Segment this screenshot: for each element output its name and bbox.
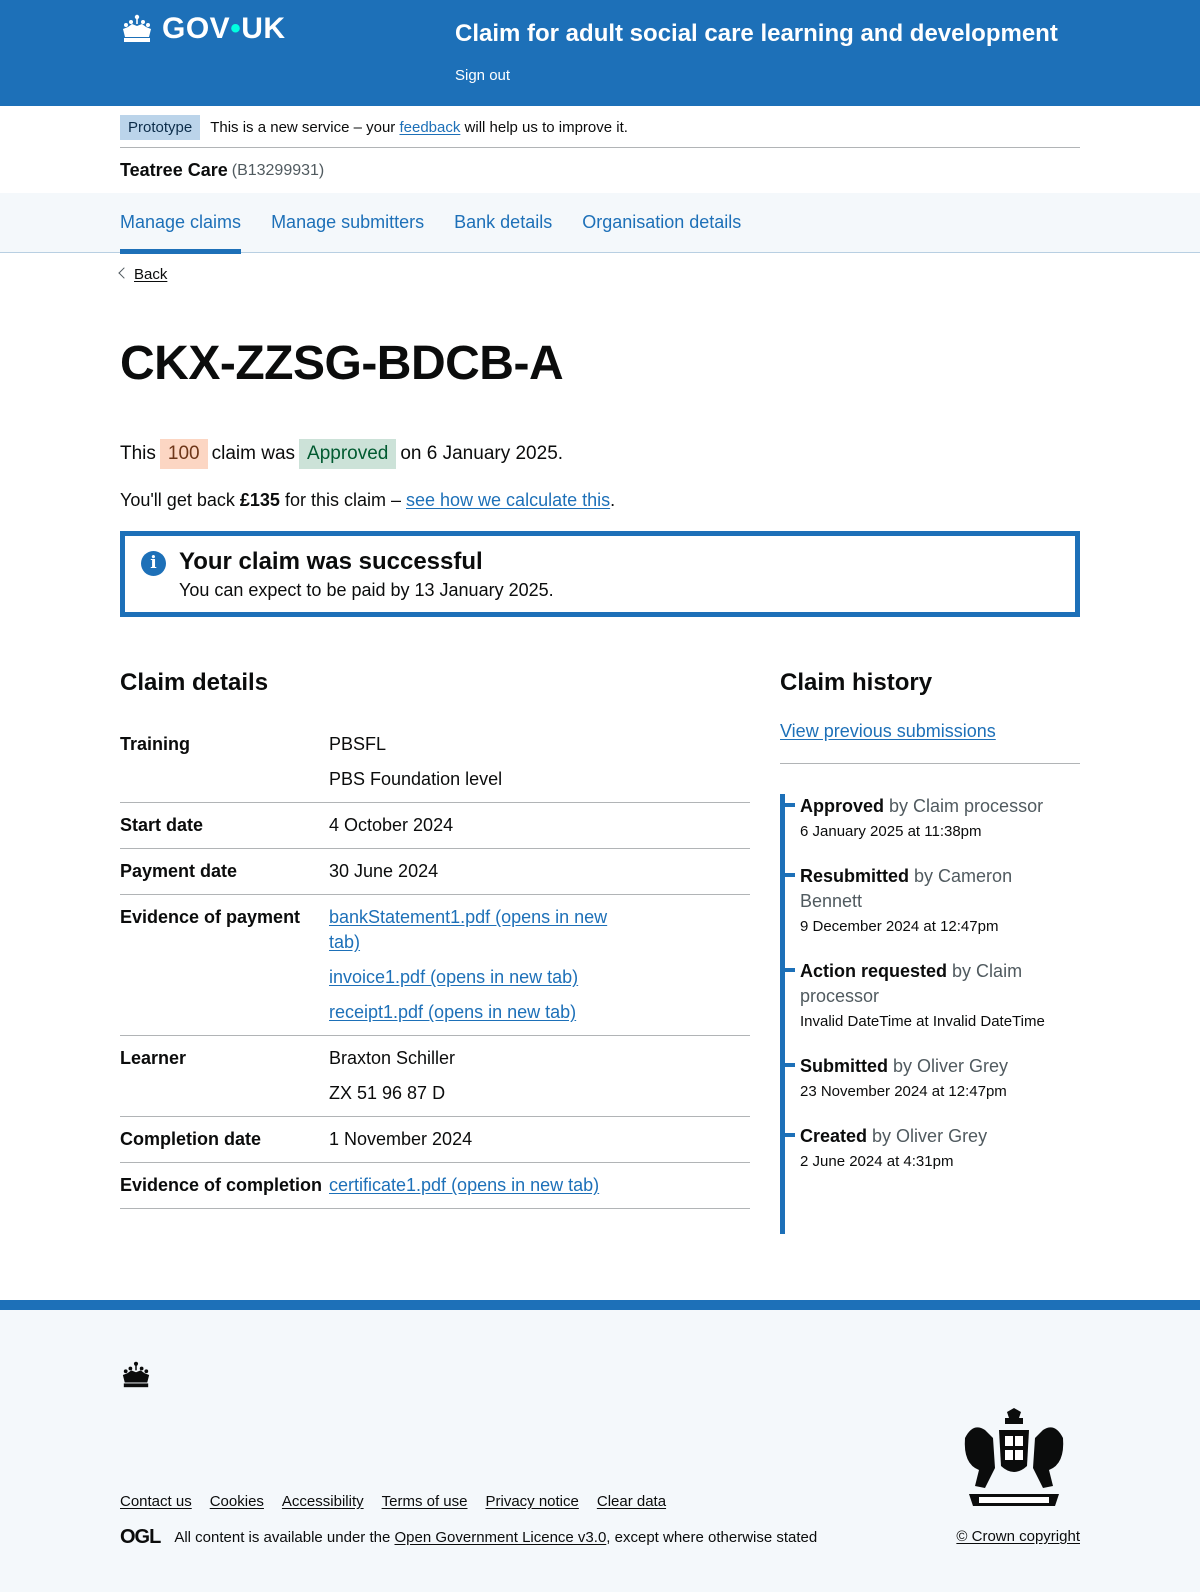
- organisation-reference: (B13299931): [231, 161, 325, 179]
- summary-value: 1 November 2024: [329, 1129, 473, 1149]
- crown-copyright: © Crown copyright: [956, 1528, 1080, 1545]
- crown-icon: [122, 1361, 150, 1388]
- licence-line: OGL All content is available under the O…: [120, 1526, 818, 1548]
- claim-history-heading: Claim history: [780, 669, 933, 696]
- summary-value: PBSFL PBS Foundation level: [329, 734, 503, 789]
- footer-links: Contact us Cookies Accessibility Terms o…: [120, 1493, 666, 1510]
- summary-key: Learner: [120, 1048, 187, 1068]
- status-prefix-text: This: [120, 443, 156, 464]
- summary-value: 30 June 2024: [329, 861, 439, 881]
- summary-key: Completion date: [120, 1129, 262, 1149]
- summary-row-payment-date: Payment date 30 June 2024: [120, 849, 750, 895]
- summary-row-learner: Learner Braxton Schiller ZX 51 96 87 D: [120, 1036, 750, 1117]
- govuk-logo-link[interactable]: GOV•UK: [120, 12, 286, 46]
- footer-link-cookies[interactable]: Cookies: [210, 1493, 264, 1510]
- summary-row-completion-date: Completion date 1 November 2024: [120, 1117, 750, 1163]
- claim-status-line: This 100 claim was Approved on 6 January…: [120, 439, 563, 469]
- timeline-event: Created by Oliver Grey 2 June 2024 at 4:…: [780, 1124, 1055, 1170]
- nav-item-manage-submitters[interactable]: Manage submitters: [271, 193, 424, 253]
- page-title: CKX-ZZSG-BDCB-A: [120, 337, 564, 390]
- sign-out-link[interactable]: Sign out: [455, 67, 510, 84]
- summary-value: certificate1.pdf (opens in new tab): [329, 1173, 629, 1198]
- timeline-event: Action requested by Claim processor Inva…: [780, 959, 1055, 1030]
- certificate-link[interactable]: certificate1.pdf (opens in new tab): [329, 1175, 599, 1195]
- payback-line: You'll get back £135 for this claim – se…: [120, 490, 616, 510]
- status-middle-text: claim was: [211, 443, 296, 464]
- govuk-header: GOV•UK Claim for adult social care learn…: [0, 0, 1200, 106]
- summary-key: Evidence of payment: [120, 907, 301, 927]
- claim-details-heading: Claim details: [120, 669, 269, 696]
- claim-history-timeline: Approved by Claim processor 6 January 20…: [780, 794, 1080, 1234]
- govuk-logo-text: GOV•UK: [162, 12, 286, 45]
- status-suffix-text: on 6 January 2025.: [400, 443, 564, 464]
- summary-value: Braxton Schiller ZX 51 96 87 D: [329, 1048, 456, 1103]
- summary-row-start-date: Start date 4 October 2024: [120, 803, 750, 849]
- open-government-licence-link[interactable]: Open Government Licence v3.0: [395, 1529, 607, 1546]
- payback-amount: £135: [239, 490, 280, 510]
- summary-row-training: Training PBSFL PBS Foundation level: [120, 722, 750, 803]
- footer-link-clear-data[interactable]: Clear data: [597, 1493, 666, 1510]
- footer-link-terms-of-use[interactable]: Terms of use: [382, 1493, 468, 1510]
- govuk-footer: Contact us Cookies Accessibility Terms o…: [0, 1300, 1200, 1592]
- status-badge: Approved: [299, 439, 397, 469]
- receipt-link[interactable]: receipt1.pdf (opens in new tab): [329, 1002, 576, 1022]
- back-link[interactable]: Back: [134, 266, 167, 283]
- divider: [780, 763, 1080, 764]
- timeline-event: Resubmitted by Cameron Bennett 9 Decembe…: [780, 864, 1055, 935]
- chevron-left-icon: [118, 267, 130, 279]
- footer-link-privacy-notice[interactable]: Privacy notice: [485, 1493, 578, 1510]
- organisation-name: Teatree Care: [120, 160, 228, 180]
- organisation-line: Teatree Care (B13299931): [120, 148, 1080, 193]
- summary-value: 4 October 2024: [329, 815, 454, 835]
- ogl-logo-icon: OGL: [120, 1526, 161, 1548]
- nav-item-organisation-details[interactable]: Organisation details: [582, 193, 741, 253]
- timeline-event: Submitted by Oliver Grey 23 November 202…: [780, 1054, 1055, 1100]
- summary-value: bankStatement1.pdf (opens in new tab) in…: [329, 905, 629, 1025]
- invoice-link[interactable]: invoice1.pdf (opens in new tab): [329, 967, 578, 987]
- phase-banner: Prototype This is a new service – your f…: [120, 106, 1080, 148]
- nav-item-bank-details[interactable]: Bank details: [454, 193, 552, 253]
- summary-key: Start date: [120, 815, 204, 835]
- summary-row-evidence-of-payment: Evidence of payment bankStatement1.pdf (…: [120, 895, 750, 1036]
- success-notification-banner: i Your claim was successful You can expe…: [120, 531, 1080, 617]
- claim-type-tag: 100: [159, 439, 208, 469]
- service-navigation: Manage claims Manage submitters Bank det…: [0, 193, 1200, 254]
- royal-coat-of-arms-icon: [964, 1408, 1064, 1506]
- summary-key: Payment date: [120, 861, 238, 881]
- crown-copyright-link[interactable]: © Crown copyright: [956, 1528, 1080, 1545]
- summary-row-evidence-of-completion: Evidence of completion certificate1.pdf …: [120, 1163, 750, 1209]
- view-previous-submissions-link[interactable]: View previous submissions: [780, 721, 996, 742]
- summary-key: Training: [120, 734, 191, 754]
- bank-statement-link[interactable]: bankStatement1.pdf (opens in new tab): [329, 907, 607, 952]
- back-link-container: Back: [118, 266, 167, 283]
- phase-banner-text: This is a new service – your feedback wi…: [210, 119, 628, 136]
- prototype-tag: Prototype: [120, 115, 201, 140]
- crown-icon: [123, 14, 151, 42]
- notification-text: You can expect to be paid by 13 January …: [179, 580, 554, 600]
- footer-link-accessibility[interactable]: Accessibility: [282, 1493, 364, 1510]
- nav-item-manage-claims[interactable]: Manage claims: [120, 193, 242, 254]
- claim-details-summary-list: Training PBSFL PBS Foundation level Star…: [120, 722, 750, 1209]
- timeline-event: Approved by Claim processor 6 January 20…: [780, 794, 1055, 840]
- service-name-link[interactable]: Claim for adult social care learning and…: [455, 20, 1058, 48]
- notification-title: Your claim was successful: [179, 548, 483, 575]
- footer-link-contact-us[interactable]: Contact us: [120, 1493, 192, 1510]
- calculation-link[interactable]: see how we calculate this: [406, 490, 610, 510]
- feedback-link[interactable]: feedback: [399, 119, 460, 136]
- summary-key: Evidence of completion: [120, 1175, 323, 1195]
- info-icon: i: [141, 551, 166, 576]
